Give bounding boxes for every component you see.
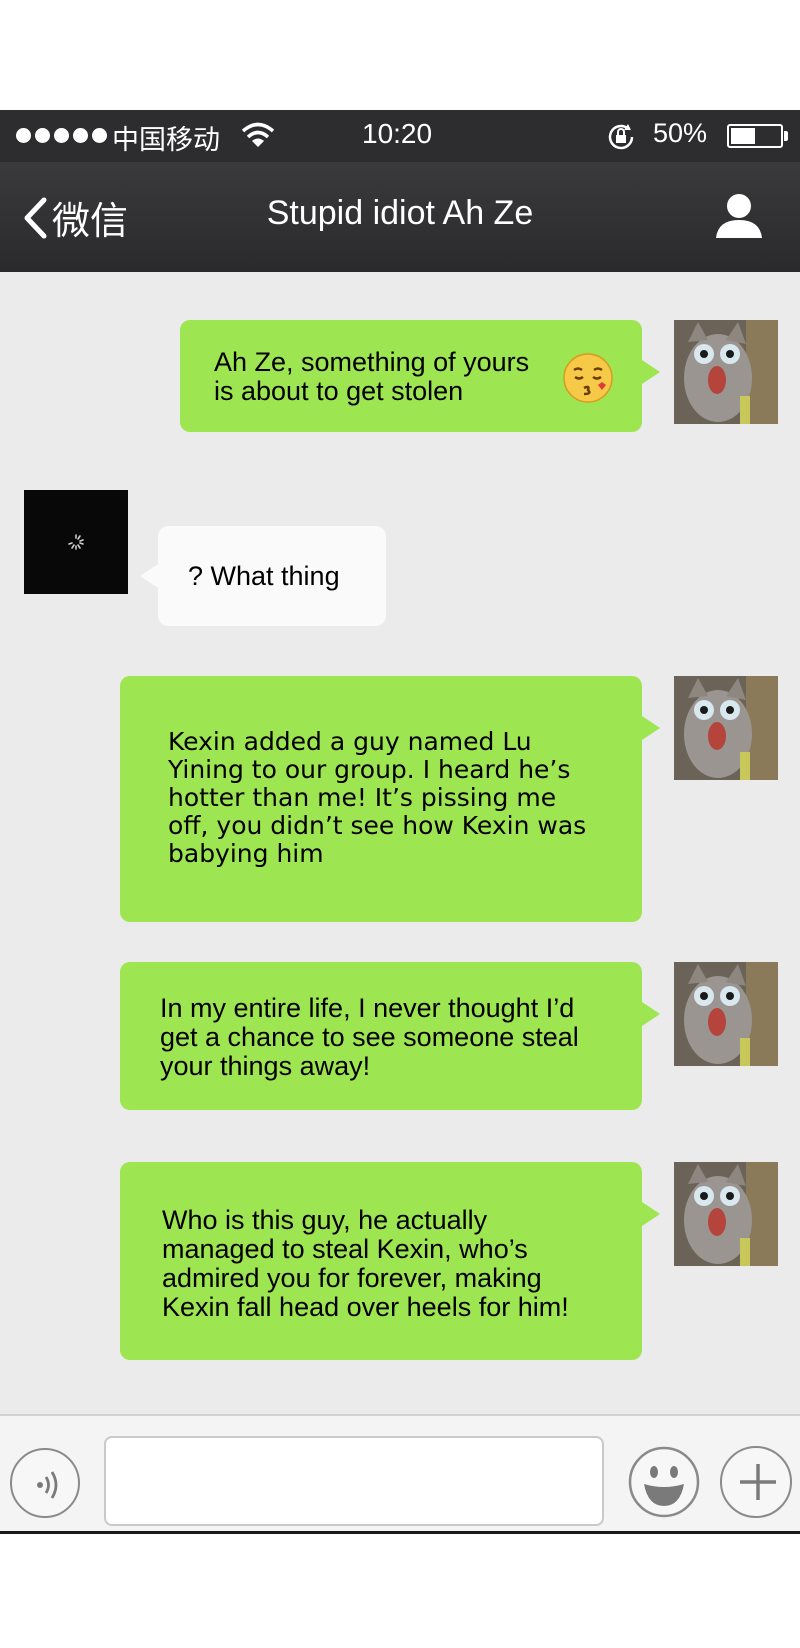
- cat-avatar-image: [674, 320, 778, 424]
- my-avatar[interactable]: [674, 320, 778, 424]
- carrier-name: 中国移动: [112, 125, 220, 155]
- emoji-button[interactable]: [628, 1446, 700, 1518]
- message-input[interactable]: [104, 1436, 604, 1526]
- my-avatar[interactable]: [674, 1162, 778, 1266]
- kissing-face-icon: [563, 353, 613, 403]
- loading-spinner-icon: [68, 534, 84, 550]
- message-line: off, you didn’t see how Kexin was: [168, 811, 587, 840]
- my-avatar[interactable]: [674, 676, 778, 780]
- rotation-lock-icon: [608, 124, 634, 150]
- nav-bar: 微信 Stupid idiot Ah Ze: [0, 162, 800, 272]
- message-text: In my entire life, I never thought I’d g…: [160, 994, 579, 1081]
- message-line: babying him: [168, 839, 324, 868]
- voice-icon: [37, 1471, 58, 1499]
- plus-icon: [740, 1464, 776, 1500]
- message-text: Kexin added a guy named Lu Yining to our…: [168, 728, 586, 868]
- message-line: get a chance to see someone steal: [160, 1022, 579, 1052]
- message-text: Ah Ze, something of yours is about to ge…: [214, 348, 529, 406]
- my-avatar[interactable]: [674, 962, 778, 1066]
- outgoing-message-bubble[interactable]: Ah Ze, something of yours is about to ge…: [180, 320, 660, 432]
- cat-avatar-image: [674, 676, 778, 780]
- status-time: 10:20: [362, 118, 433, 149]
- wifi-icon: [241, 122, 275, 147]
- back-button[interactable]: 微信: [22, 190, 128, 245]
- input-bar: [0, 1414, 800, 1534]
- message-line: Who is this guy, he actually: [162, 1205, 488, 1235]
- outgoing-message-bubble[interactable]: Who is this guy, he actually managed to …: [120, 1162, 660, 1360]
- message-line: managed to steal Kexin, who’s: [162, 1234, 528, 1264]
- message-line: ? What thing: [188, 561, 340, 591]
- battery-percent: 50%: [653, 118, 708, 148]
- battery-icon: [727, 124, 783, 148]
- message-line: Ah Ze, something of yours: [214, 347, 530, 377]
- status-bar: 中国移动 10:20 50%: [0, 110, 800, 162]
- message-line: Kexin added a guy named Lu: [168, 727, 532, 756]
- incoming-message-bubble[interactable]: ? What thing: [140, 526, 386, 626]
- voice-input-button[interactable]: [10, 1448, 80, 1518]
- more-options-button[interactable]: [720, 1446, 792, 1518]
- wechat-chat-screen: 中国移动 10:20 50% 微信 Stupid idiot Ah Ze Ah …: [0, 110, 800, 1534]
- outgoing-message-bubble[interactable]: Kexin added a guy named Lu Yining to our…: [120, 676, 660, 922]
- profile-icon[interactable]: [714, 190, 764, 240]
- back-label: 微信: [52, 201, 129, 243]
- message-line: Kexin fall head over heels for him!: [162, 1292, 569, 1322]
- signal-strength-icon: [16, 128, 107, 143]
- cat-avatar-image: [674, 962, 778, 1066]
- message-list[interactable]: Ah Ze, something of yours is about to ge…: [0, 272, 800, 1414]
- chevron-left-icon: [24, 197, 47, 238]
- message-line: Yining to our group. I heard he’s: [168, 755, 571, 784]
- message-line: your things away!: [160, 1051, 371, 1081]
- contact-avatar[interactable]: [24, 490, 128, 594]
- battery-tip: [784, 131, 788, 141]
- message-line: In my entire life, I never thought I’d: [160, 993, 575, 1023]
- message-line: admired you for forever, making: [162, 1263, 542, 1293]
- message-text: Who is this guy, he actually managed to …: [162, 1206, 569, 1322]
- message-text: ? What thing: [188, 562, 340, 591]
- cat-avatar-image: [674, 1162, 778, 1266]
- battery-fill: [731, 128, 755, 144]
- chat-title: Stupid idiot Ah Ze: [266, 194, 534, 232]
- message-line: hotter than me! It’s pissing me: [168, 783, 557, 812]
- message-line: is about to get stolen: [214, 376, 464, 406]
- outgoing-message-bubble[interactable]: In my entire life, I never thought I’d g…: [120, 962, 660, 1110]
